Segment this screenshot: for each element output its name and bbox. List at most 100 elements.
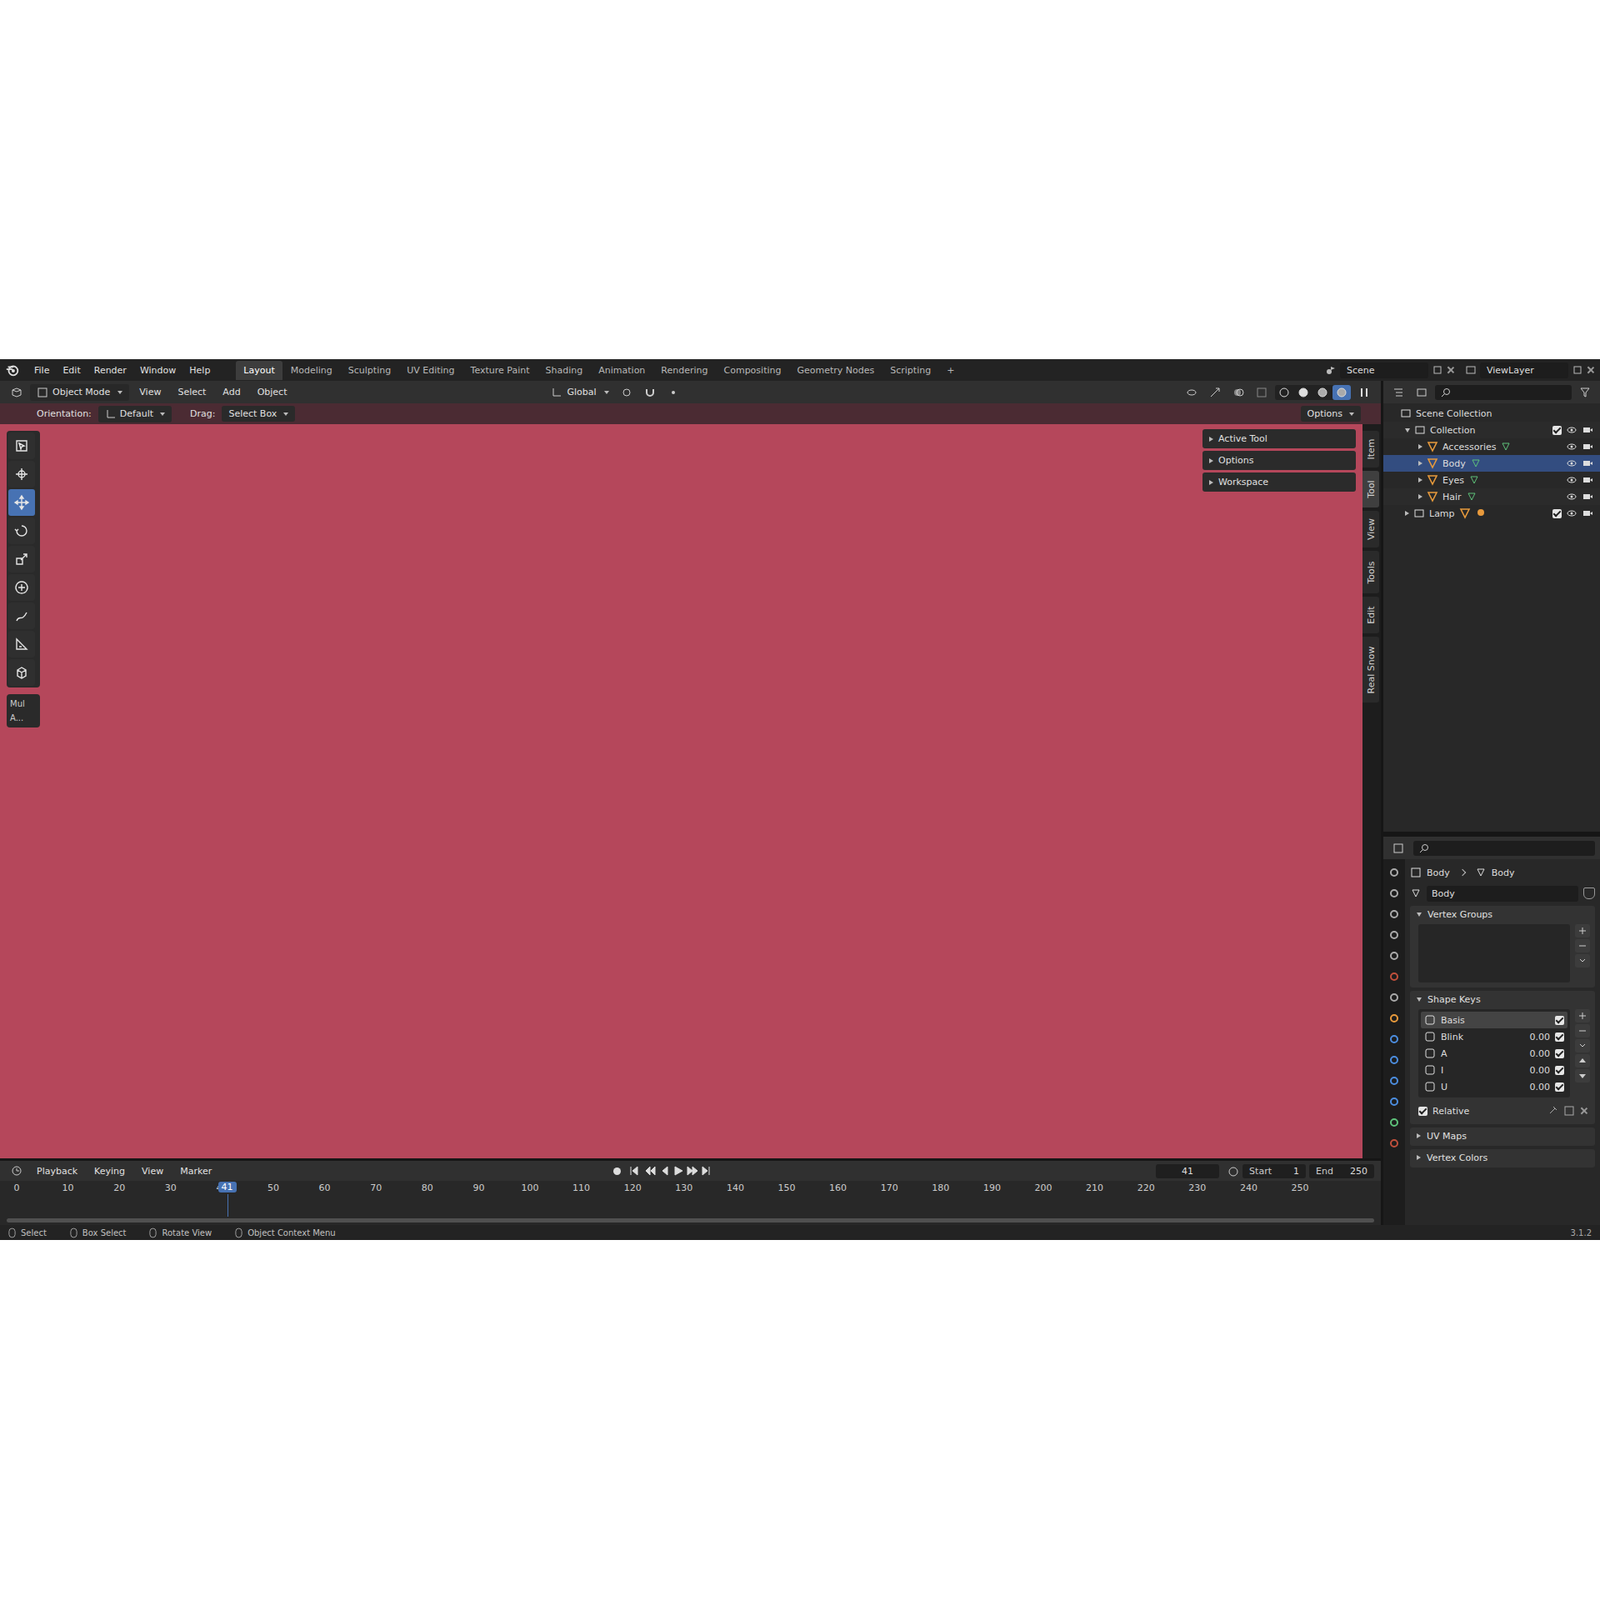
fake-user-icon[interactable] xyxy=(1583,887,1595,900)
tool-button[interactable] xyxy=(8,630,35,658)
workspace-tab[interactable]: Animation xyxy=(590,360,653,380)
disclosure-icon[interactable] xyxy=(1405,428,1410,433)
tool-button[interactable] xyxy=(8,517,35,545)
stopwatch-icon[interactable] xyxy=(1227,1165,1240,1177)
outliner-row[interactable]: Lamp xyxy=(1383,505,1600,522)
workspace-tab[interactable]: Geometry Nodes xyxy=(789,360,882,380)
editor-type-button[interactable] xyxy=(6,1163,27,1179)
camera-icon[interactable] xyxy=(1581,474,1594,486)
eye-icon[interactable] xyxy=(1565,457,1578,470)
add-icon[interactable] xyxy=(1575,1009,1590,1023)
properties-tab[interactable] xyxy=(1385,1114,1403,1131)
tool-panel-item[interactable]: Mul xyxy=(10,699,37,709)
timeline-ruler[interactable]: 0102030405060708090100110120130140150160… xyxy=(0,1180,1381,1225)
workspace-tab[interactable]: Scripting xyxy=(882,360,939,380)
camera-icon[interactable] xyxy=(1581,507,1594,520)
eye-icon[interactable] xyxy=(1565,507,1578,520)
vertex-groups-list[interactable] xyxy=(1418,924,1570,983)
sidebar-tab[interactable]: Tool xyxy=(1362,470,1380,508)
editor-type-button[interactable] xyxy=(1388,840,1409,856)
viewport-menu[interactable]: Select xyxy=(170,385,213,400)
outliner-row[interactable]: Eyes xyxy=(1383,471,1600,489)
specials-icon[interactable] xyxy=(1575,954,1590,968)
tool-button[interactable] xyxy=(8,432,35,460)
shape-key-row[interactable]: I0.00 xyxy=(1420,1061,1568,1079)
timeline-menu[interactable]: Playback xyxy=(30,1164,85,1179)
gizmo-toggle[interactable] xyxy=(1205,385,1225,400)
xray-toggle[interactable] xyxy=(1251,385,1272,400)
edit-mode-icon[interactable] xyxy=(1563,1105,1575,1117)
properties-tab[interactable] xyxy=(1385,1030,1403,1048)
editor-type-button[interactable] xyxy=(1388,385,1409,400)
clear-icon[interactable] xyxy=(1580,1106,1589,1115)
editor-type-button[interactable] xyxy=(6,385,27,400)
shape-key-checkbox[interactable] xyxy=(1555,1065,1565,1075)
workspace-tab[interactable]: UV Editing xyxy=(399,360,462,380)
properties-tab[interactable] xyxy=(1385,905,1403,923)
relative-checkbox[interactable] xyxy=(1418,1106,1428,1116)
outliner-row[interactable]: Hair xyxy=(1383,488,1600,505)
disclosure-icon[interactable] xyxy=(1405,510,1410,516)
viewport-menu[interactable]: View xyxy=(132,385,168,400)
pivot-dropdown[interactable] xyxy=(616,385,637,400)
sidebar-tab[interactable]: View xyxy=(1362,510,1380,548)
move-down-icon[interactable] xyxy=(1575,1069,1590,1083)
properties-tab[interactable] xyxy=(1385,947,1403,965)
mesh-data-icon[interactable] xyxy=(1410,887,1422,900)
panel-header[interactable]: Vertex Groups xyxy=(1410,905,1595,923)
workspace-tab[interactable]: Sculpting xyxy=(340,360,399,380)
shape-key-row[interactable]: U0.00 xyxy=(1420,1078,1568,1095)
shape-key-row[interactable]: Blink0.00 xyxy=(1420,1028,1568,1045)
menu-item[interactable]: Render xyxy=(88,362,133,379)
outliner-row[interactable]: Collection xyxy=(1383,421,1600,439)
eye-icon[interactable] xyxy=(1565,424,1578,436)
options-dropdown[interactable]: Options xyxy=(1300,405,1361,422)
panel-header[interactable]: Shape Keys xyxy=(1410,990,1595,1008)
timeline-menu[interactable]: Keying xyxy=(87,1164,132,1179)
move-up-icon[interactable] xyxy=(1575,1054,1590,1068)
tool-button[interactable] xyxy=(8,574,35,601)
drag-field[interactable]: Select Box xyxy=(221,405,295,422)
mesh-data-icon[interactable] xyxy=(1470,457,1482,470)
copy-icon[interactable] xyxy=(1571,364,1584,376)
shape-key-checkbox[interactable] xyxy=(1555,1049,1565,1059)
tool-button[interactable] xyxy=(8,489,35,516)
shape-key-row[interactable]: Basis xyxy=(1420,1011,1568,1029)
add-workspace-button[interactable]: + xyxy=(939,360,962,380)
close-icon[interactable] xyxy=(1446,365,1455,375)
panel-header[interactable]: Vertex Colors xyxy=(1410,1149,1595,1166)
disclosure-icon[interactable] xyxy=(1418,460,1423,466)
outliner-search[interactable] xyxy=(1435,385,1572,400)
camera-icon[interactable] xyxy=(1581,490,1594,503)
sidebar-panel-section[interactable]: Workspace xyxy=(1202,472,1356,492)
outliner-row[interactable]: Scene Collection xyxy=(1383,405,1600,422)
shading-button[interactable] xyxy=(1294,385,1313,400)
shape-key-checkbox[interactable] xyxy=(1555,1082,1565,1092)
menu-item[interactable]: File xyxy=(28,362,55,379)
disclosure-icon[interactable] xyxy=(1418,494,1423,500)
outliner-row[interactable]: Accessories xyxy=(1383,438,1600,455)
properties-tab[interactable] xyxy=(1385,1135,1403,1152)
properties-tab[interactable] xyxy=(1385,989,1403,1006)
exclude-checkbox[interactable] xyxy=(1552,425,1562,435)
tool-button[interactable] xyxy=(8,659,35,686)
shading-button[interactable] xyxy=(1313,385,1332,400)
scene-selector[interactable]: Scene xyxy=(1325,362,1455,379)
viewport-render[interactable]: MulA... Active Tool Options Workspace xyxy=(0,424,1363,1159)
shape-key-row[interactable]: A0.00 xyxy=(1420,1045,1568,1062)
mesh-data-icon[interactable] xyxy=(1465,490,1478,503)
overlay-toggle[interactable] xyxy=(1228,385,1249,400)
properties-tab[interactable] xyxy=(1385,926,1403,944)
remove-icon[interactable] xyxy=(1575,939,1590,953)
disclosure-icon[interactable] xyxy=(1418,444,1423,450)
end-frame-field[interactable]: End250 xyxy=(1309,1164,1375,1179)
blender-logo-icon[interactable] xyxy=(5,362,20,378)
workspace-tab[interactable]: Shading xyxy=(538,360,591,380)
viewport-menu[interactable]: Add xyxy=(215,385,247,400)
properties-search[interactable] xyxy=(1413,840,1595,856)
menu-item[interactable]: Help xyxy=(183,362,216,379)
copy-icon[interactable] xyxy=(1431,364,1444,376)
mesh-data-icon[interactable] xyxy=(1468,474,1480,486)
orientation-dropdown[interactable]: Global xyxy=(546,385,613,400)
add-icon[interactable] xyxy=(1575,924,1590,938)
